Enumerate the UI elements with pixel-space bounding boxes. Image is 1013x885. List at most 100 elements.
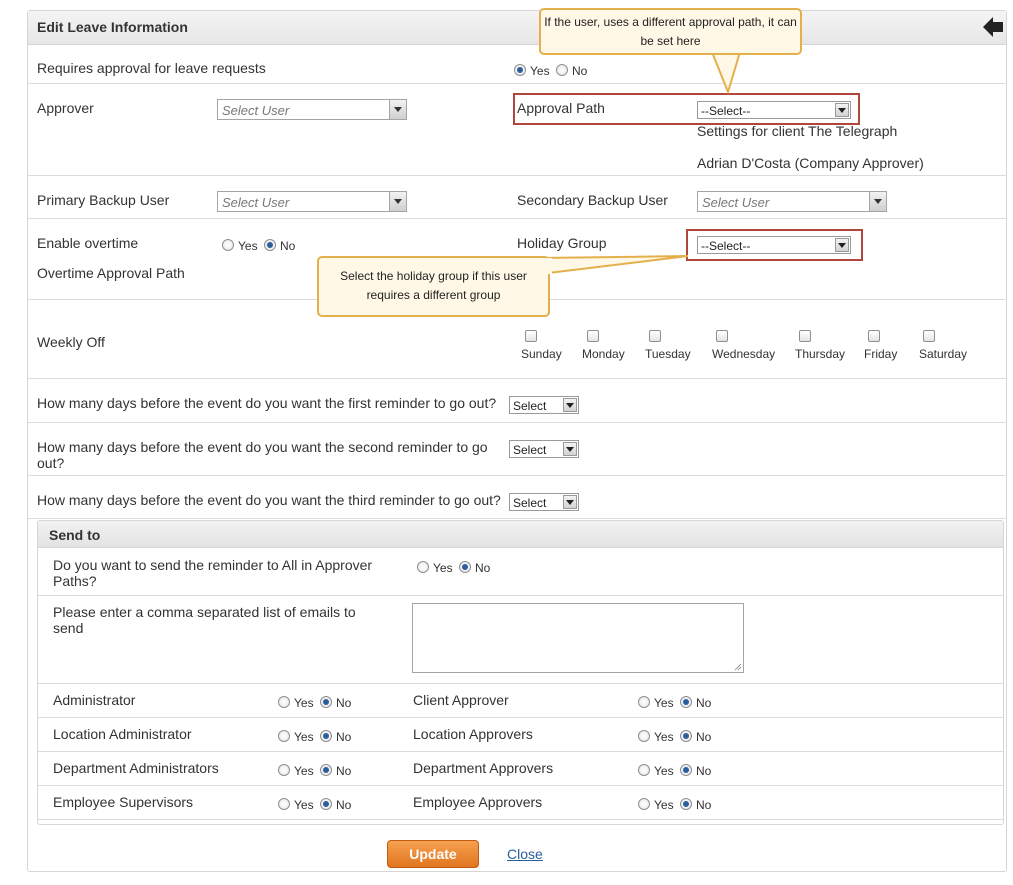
weekday-label-sunday: Sunday — [521, 347, 562, 361]
department-approvers-no-radio[interactable] — [680, 764, 692, 776]
first-reminder-select-value: Select — [513, 399, 547, 413]
chevron-down-icon — [869, 192, 886, 211]
department-approvers-yes-radio[interactable] — [638, 764, 650, 776]
department-approvers-no-label: No — [696, 764, 712, 778]
emails-textarea[interactable] — [412, 603, 744, 673]
administrator-no-label: No — [336, 696, 352, 710]
location-administrator-yes-radio[interactable] — [278, 730, 290, 742]
weekday-label-friday: Friday — [864, 347, 898, 361]
approval-path-settings-note: Settings for client The Telegraph — [697, 123, 898, 139]
administrator-yes-radio[interactable] — [278, 696, 290, 708]
callout-join — [546, 258, 552, 274]
weekday-label-saturday: Saturday — [919, 347, 968, 361]
weekday-label-wednesday: Wednesday — [712, 347, 776, 361]
enable-overtime-label: Enable overtime — [37, 235, 139, 251]
chevron-down-icon — [389, 192, 406, 211]
department-administrators-yes-label: Yes — [294, 764, 314, 778]
department-approvers-yes-label: Yes — [654, 764, 674, 778]
chevron-down-icon — [835, 103, 849, 117]
update-button[interactable]: Update — [387, 840, 479, 868]
requires-approval-no-radio[interactable] — [556, 64, 568, 76]
role-label-location-approvers: Location Approvers — [413, 726, 533, 742]
overtime-yes-label: Yes — [238, 239, 258, 253]
employee-supervisors-yes-radio[interactable] — [278, 798, 290, 810]
role-label-employee-supervisors: Employee Supervisors — [53, 794, 194, 810]
administrator-no-radio[interactable] — [320, 696, 332, 708]
approval-path-select-value: --Select-- — [701, 104, 751, 118]
overtime-no-label: No — [280, 239, 296, 253]
employee-approvers-no-label: No — [696, 798, 712, 812]
weekday-checkbox-monday[interactable] — [587, 330, 599, 342]
panel-header: Edit Leave Information — [28, 11, 1006, 45]
chevron-down-icon — [835, 238, 849, 252]
all-in-paths-yes-radio[interactable] — [417, 561, 429, 573]
callout-pointer — [540, 255, 689, 276]
employee-approvers-no-radio[interactable] — [680, 798, 692, 810]
approval-path-select[interactable]: --Select-- — [697, 101, 851, 119]
second-reminder-select[interactable]: Select — [509, 440, 579, 458]
approval-path-callout: If the user, uses a different approval p… — [539, 8, 802, 55]
back-arrow-icon[interactable] — [981, 15, 1005, 39]
location-approvers-yes-radio[interactable] — [638, 730, 650, 742]
role-label-client-approver: Client Approver — [413, 692, 509, 708]
secondary-backup-select[interactable]: Select User — [697, 191, 887, 212]
third-reminder-select[interactable]: Select — [509, 493, 579, 511]
location-administrator-no-label: No — [336, 730, 352, 744]
primary-backup-label: Primary Backup User — [37, 192, 170, 208]
second-reminder-select-value: Select — [513, 443, 547, 457]
primary-backup-select[interactable]: Select User — [217, 191, 407, 212]
weekday-checkbox-saturday[interactable] — [923, 330, 935, 342]
company-approver-text: Adrian D'Costa (Company Approver) — [697, 155, 924, 171]
department-administrators-yes-radio[interactable] — [278, 764, 290, 776]
requires-approval-label: Requires approval for leave requests — [37, 60, 266, 76]
close-link[interactable]: Close — [507, 846, 543, 862]
weekday-checkbox-tuesday[interactable] — [649, 330, 661, 342]
employee-supervisors-no-radio[interactable] — [320, 798, 332, 810]
employee-approvers-yes-radio[interactable] — [638, 798, 650, 810]
holiday-group-callout: Select the holiday group if this user re… — [317, 256, 550, 317]
role-label-department-approvers: Department Approvers — [413, 760, 554, 776]
row-divider — [28, 83, 1006, 84]
panel-title: Edit Leave Information — [37, 19, 188, 35]
row-divider — [38, 785, 1003, 786]
overtime-yes-radio[interactable] — [222, 239, 234, 251]
second-reminder-label: How many days before the event do you wa… — [37, 439, 488, 471]
row-divider — [28, 475, 1006, 476]
location-administrator-no-radio[interactable] — [320, 730, 332, 742]
all-in-paths-label: Do you want to send the reminder to All … — [53, 557, 373, 589]
requires-approval-yes-radio[interactable] — [514, 64, 526, 76]
secondary-backup-select-value: Select User — [702, 195, 770, 210]
row-divider — [28, 518, 1006, 519]
weekday-checkbox-friday[interactable] — [868, 330, 880, 342]
location-administrator-yes-label: Yes — [294, 730, 314, 744]
third-reminder-select-value: Select — [513, 496, 547, 510]
holiday-group-select[interactable]: --Select-- — [697, 236, 851, 254]
requires-approval-no-label: No — [572, 64, 588, 78]
resize-grip-icon[interactable] — [734, 663, 742, 671]
holiday-group-select-value: --Select-- — [701, 239, 751, 253]
row-divider — [38, 819, 1003, 820]
weekday-label-tuesday: Tuesday — [645, 347, 691, 361]
client-approver-no-label: No — [696, 696, 712, 710]
send-to-title: Send to — [49, 527, 101, 543]
role-label-administrator: Administrator — [53, 692, 136, 708]
approver-select[interactable]: Select User — [217, 99, 407, 120]
approver-select-value: Select User — [222, 103, 290, 118]
all-in-paths-no-radio[interactable] — [459, 561, 471, 573]
client-approver-yes-radio[interactable] — [638, 696, 650, 708]
employee-supervisors-yes-label: Yes — [294, 798, 314, 812]
weekday-checkbox-thursday[interactable] — [799, 330, 811, 342]
overtime-no-radio[interactable] — [264, 239, 276, 251]
first-reminder-select[interactable]: Select — [509, 396, 579, 414]
approval-path-label: Approval Path — [517, 100, 605, 116]
primary-backup-select-value: Select User — [222, 195, 290, 210]
row-divider — [38, 717, 1003, 718]
department-administrators-no-radio[interactable] — [320, 764, 332, 776]
role-label-employee-approvers: Employee Approvers — [413, 794, 543, 810]
employee-supervisors-no-label: No — [336, 798, 352, 812]
location-approvers-no-radio[interactable] — [680, 730, 692, 742]
row-divider — [28, 175, 1006, 176]
weekday-checkbox-sunday[interactable] — [525, 330, 537, 342]
client-approver-no-radio[interactable] — [680, 696, 692, 708]
weekday-checkbox-wednesday[interactable] — [716, 330, 728, 342]
